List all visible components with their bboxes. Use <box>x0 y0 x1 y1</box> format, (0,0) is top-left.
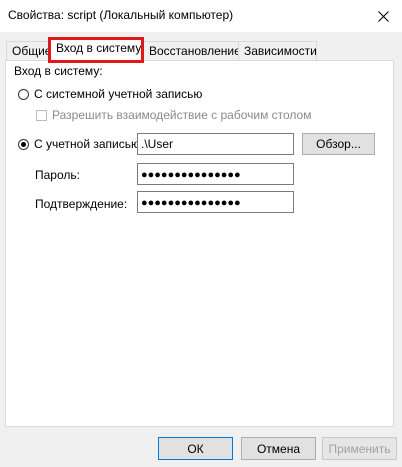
close-icon <box>377 10 389 22</box>
tab-dependencies-label: Зависимости <box>244 44 317 58</box>
ok-label: ОК <box>187 441 204 456</box>
desktop-interact-option[interactable]: Разрешить взаимодействие с рабочим столо… <box>36 108 311 122</box>
logon-group-label: Вход в систему: <box>14 64 103 78</box>
apply-label: Применить <box>328 441 391 456</box>
title-bar: Свойства: script (Локальный компьютер) <box>0 0 402 32</box>
local-system-radio[interactable] <box>18 88 29 100</box>
account-field[interactable]: .\User <box>137 133 294 155</box>
confirm-password-field[interactable]: ●●●●●●●●●●●●●●● <box>137 191 294 213</box>
this-account-radio-option[interactable]: С учетной записью: <box>18 137 143 151</box>
tab-general-label: Общие <box>12 44 52 58</box>
password-field[interactable]: ●●●●●●●●●●●●●●● <box>137 163 294 185</box>
cancel-button[interactable]: Отмена <box>241 437 316 460</box>
window-title: Свойства: script (Локальный компьютер) <box>8 8 234 22</box>
ok-button[interactable]: ОК <box>158 437 233 460</box>
tab-recovery[interactable]: Восстановление <box>143 41 241 60</box>
desktop-interact-label: Разрешить взаимодействие с рабочим столо… <box>52 108 312 122</box>
tab-recovery-label: Восстановление <box>149 44 241 58</box>
browse-label: Обзор... <box>316 137 361 151</box>
confirm-password-value: ●●●●●●●●●●●●●●● <box>141 197 241 209</box>
apply-button[interactable]: Применить <box>322 437 397 460</box>
account-value: .\User <box>141 137 174 151</box>
close-button[interactable] <box>364 0 402 32</box>
password-value: ●●●●●●●●●●●●●●● <box>141 169 241 181</box>
this-account-label: С учетной записью: <box>34 137 144 151</box>
tab-logon[interactable]: Вход в систему <box>50 38 143 61</box>
local-system-radio-option[interactable]: С системной учетной записью <box>18 87 202 101</box>
tab-general[interactable]: Общие <box>6 41 51 60</box>
browse-button[interactable]: Обзор... <box>302 133 375 155</box>
password-label: Пароль: <box>35 168 80 182</box>
confirm-password-label: Подтверждение: <box>35 197 128 211</box>
this-account-radio[interactable] <box>18 138 29 150</box>
desktop-interact-checkbox[interactable] <box>36 109 47 121</box>
cancel-label: Отмена <box>256 441 301 456</box>
local-system-label: С системной учетной записью <box>34 87 203 101</box>
radio-selected-dot <box>21 141 26 147</box>
tab-logon-label: Вход в систему <box>56 41 142 55</box>
tab-dependencies[interactable]: Зависимости <box>238 41 317 60</box>
